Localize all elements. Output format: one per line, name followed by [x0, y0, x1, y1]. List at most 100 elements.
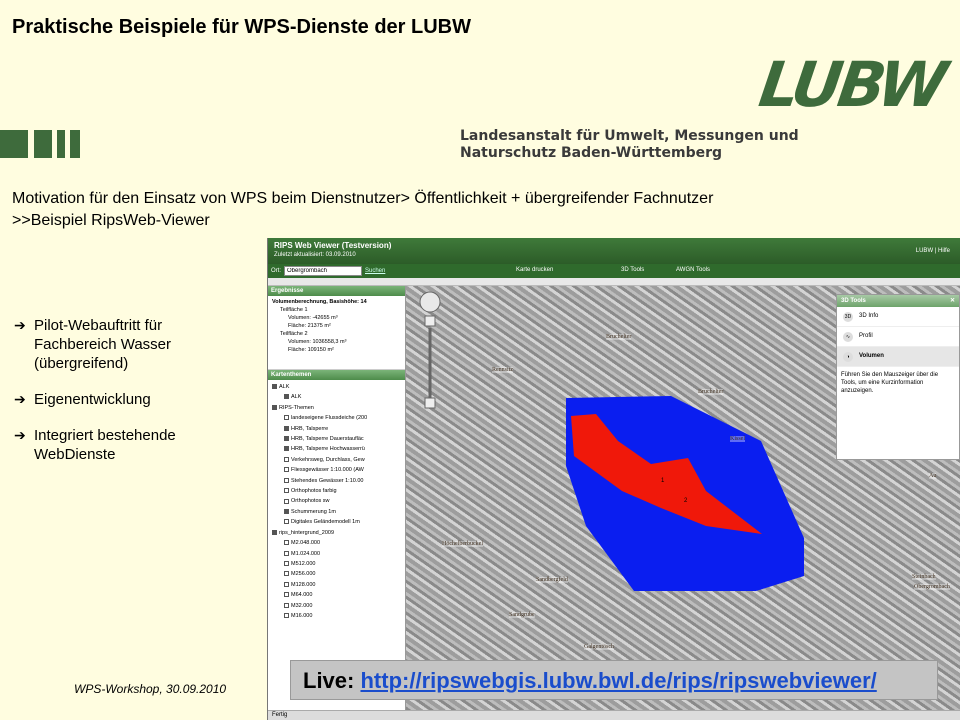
layer-item[interactable]: M256.000 [272, 569, 401, 579]
layer-label: rips_hintergrund_2009 [279, 529, 335, 536]
checkbox-icon[interactable] [284, 612, 289, 618]
layer-label: Orthophotos sw [291, 498, 330, 505]
result-item[interactable]: Teilfläche 2 [272, 330, 401, 338]
arrow-icon: ➔ [14, 391, 26, 407]
motivation-line-2: >>Beispiel RipsWeb-Viewer [12, 212, 210, 229]
checkbox-icon[interactable] [284, 540, 289, 546]
footer-text: WPS-Workshop, 30.09.2010 [74, 682, 227, 696]
logo-bars [0, 130, 90, 158]
layer-label: ALK [279, 384, 290, 390]
layer-item[interactable]: rips_hintergrund_2009 [272, 528, 401, 538]
checkbox-icon[interactable] [284, 467, 289, 473]
place-name: Steinbach [912, 574, 936, 580]
motivation-text: Motivation für den Einsatz von WPS beim … [12, 188, 713, 232]
3d-info-icon: 3D [843, 312, 853, 322]
checkbox-icon[interactable] [284, 602, 289, 608]
layer-item[interactable]: Digitales Geländemodell 1m [272, 517, 401, 527]
status-bar: Fertig [268, 710, 960, 720]
place-name: Obergrombach [914, 584, 950, 590]
layer-item[interactable]: M1.024.000 [272, 549, 401, 559]
viewer-header-links[interactable]: LUBW | Hilfe [916, 248, 950, 254]
checkbox-icon[interactable] [284, 560, 289, 566]
layer-item[interactable]: landeseigene Flussdeiche (200 [272, 413, 401, 423]
map-navigation-control[interactable] [419, 291, 441, 409]
checkbox-checked-icon[interactable] [284, 425, 289, 431]
layer-item[interactable]: Verkehrsweg, Durchlass, Gew [272, 455, 401, 465]
layer-item[interactable]: Stehendes Gewässer 1:10.00 [272, 476, 401, 486]
layer-item[interactable]: M128.000 [272, 580, 401, 590]
checkbox-checked-icon[interactable] [284, 508, 289, 514]
checkbox-checked-icon[interactable] [272, 384, 277, 390]
result-item: Volumen: 1036558,3 m³ [288, 339, 347, 345]
place-name: Au [929, 473, 937, 479]
layer-item[interactable]: Orthophotos sw [272, 496, 401, 506]
layer-item[interactable]: M16.000 [272, 611, 401, 621]
arrow-icon: ➔ [14, 317, 26, 333]
layer-item[interactable]: ALK [272, 382, 401, 392]
layer-label: M32.000 [291, 602, 313, 609]
layer-item[interactable]: Schummerung 1m [272, 507, 401, 517]
layer-item[interactable]: Orthophotos farbig [272, 486, 401, 496]
layers-header: Kartenthemen [268, 370, 405, 380]
checkbox-checked-icon[interactable] [272, 404, 277, 410]
layer-label: Stehendes Gewässer 1:10.00 [291, 477, 364, 484]
search-link[interactable]: Suchen [365, 268, 385, 274]
checkbox-checked-icon[interactable] [272, 529, 277, 535]
checkbox-icon[interactable] [284, 415, 289, 421]
layer-label: RIPS-Themen [279, 404, 314, 411]
checkbox-checked-icon[interactable] [284, 446, 289, 452]
checkbox-icon[interactable] [284, 498, 289, 504]
checkbox-icon[interactable] [284, 581, 289, 587]
ort-label: Ort: [271, 268, 281, 274]
menu-3d-tools[interactable]: 3D Tools [621, 267, 644, 273]
agency-name: Landesanstalt für Umwelt, Messungen und … [460, 128, 799, 162]
layer-label: M16.000 [291, 612, 313, 619]
place-name: Sandgrube [509, 612, 535, 618]
slide-title: Praktische Beispiele für WPS-Dienste der… [12, 16, 472, 38]
checkbox-icon[interactable] [284, 571, 289, 577]
layer-item[interactable]: M512.000 [272, 559, 401, 569]
tool-profil[interactable]: ∿ Profil [837, 327, 959, 347]
place-name: Bruchelter [698, 389, 724, 395]
layer-label: M256.000 [291, 571, 316, 578]
layer-item[interactable]: RIPS-Themen [272, 403, 401, 413]
checkbox-icon[interactable] [284, 592, 289, 598]
layer-item[interactable]: Fliessgewässer 1:10.000 (AW [272, 465, 401, 475]
menu-awgn-tools[interactable]: AWGN Tools [676, 267, 710, 273]
layer-item[interactable]: ALK [272, 392, 401, 402]
layer-item[interactable]: M2.048.000 [272, 538, 401, 548]
3d-tools-popup-header: 3D Tools ✕ [837, 295, 959, 307]
live-link-box: Live: http://ripswebgis.lubw.bwl.de/rips… [290, 660, 938, 700]
place-name: Höchelberbuckel [442, 541, 483, 547]
live-url-link[interactable]: http://ripswebgis.lubw.bwl.de/rips/ripsw… [360, 668, 876, 693]
bullet-text: Pilot-Webauftritt für Fachbereich Wasser… [34, 317, 171, 372]
checkbox-icon[interactable] [284, 550, 289, 556]
result-item[interactable]: Volumenberechnung, Basishöhe: 14 [272, 298, 401, 306]
tool-3d-info[interactable]: 3D 3D Info [837, 307, 959, 327]
layer-label: HRB, Talsperre Hochwasserrü [291, 446, 365, 453]
ort-input[interactable] [284, 266, 362, 276]
layer-item[interactable]: HRB, Talsperre Dauerstaufläc [272, 434, 401, 444]
layer-item[interactable]: HRB, Talsperre Hochwasserrü [272, 444, 401, 454]
checkbox-icon[interactable] [284, 488, 289, 494]
layer-item[interactable]: M64.000 [272, 590, 401, 600]
result-item: Volumen: -42655 m³ [288, 315, 338, 321]
viewer-sidebar: Ergebnisse Volumenberechnung, Basishöhe:… [268, 286, 406, 710]
tool-volumen[interactable]: ◑ Volumen [837, 347, 959, 367]
close-icon[interactable]: ✕ [950, 297, 955, 304]
layer-item[interactable]: HRB, Talsperre [272, 424, 401, 434]
checkbox-icon[interactable] [284, 456, 289, 462]
checkbox-checked-icon[interactable] [284, 436, 289, 442]
place-name: Galgentösch [584, 644, 614, 650]
checkbox-icon[interactable] [284, 477, 289, 483]
motivation-line-1: Motivation für den Einsatz von WPS beim … [12, 190, 714, 207]
result-item[interactable]: Teilfläche 1 [272, 306, 401, 314]
viewer-header: RIPS Web Viewer (Testversion) Zuletzt ak… [268, 238, 960, 264]
menu-karte-drucken[interactable]: Karte drucken [516, 267, 553, 273]
tool-label: Volumen [859, 353, 884, 359]
layer-item[interactable]: M32.000 [272, 601, 401, 611]
checkbox-checked-icon[interactable] [284, 394, 289, 400]
checkbox-icon[interactable] [284, 519, 289, 525]
agency-line-1: Landesanstalt für Umwelt, Messungen und [460, 128, 799, 144]
layer-label: landeseigene Flussdeiche (200 [291, 415, 368, 422]
